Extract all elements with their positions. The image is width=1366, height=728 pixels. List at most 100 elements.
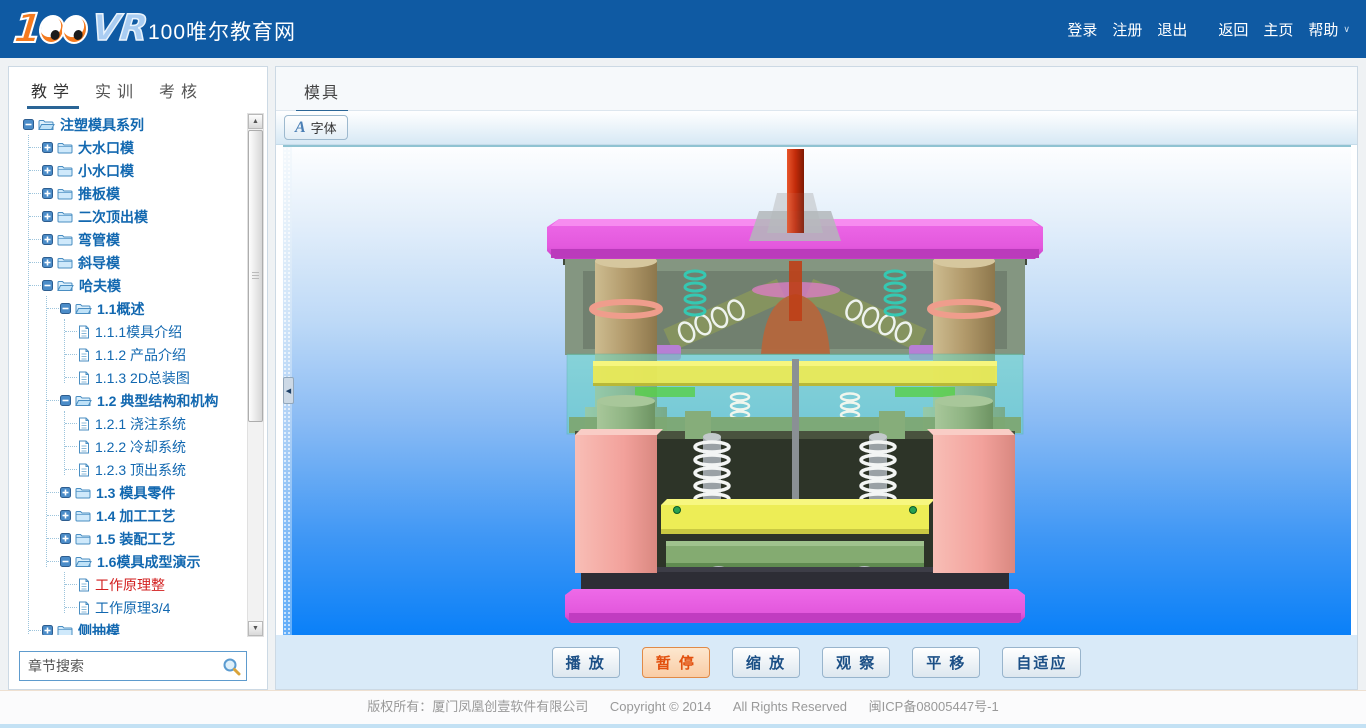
tree-connector	[47, 515, 59, 516]
collapse-icon[interactable]	[60, 556, 71, 567]
font-icon: A	[295, 120, 306, 136]
tree-item[interactable]: 推板模	[15, 182, 243, 205]
tree-connector	[65, 354, 77, 355]
folder-open-icon	[75, 555, 92, 568]
expand-icon[interactable]	[42, 234, 53, 245]
nav-link[interactable]: 主页	[1263, 19, 1293, 40]
expand-icon[interactable]	[60, 533, 71, 544]
tree-item[interactable]: 1.6模具成型演示	[15, 550, 243, 573]
tree-item[interactable]: 大水口模	[15, 136, 243, 159]
expand-icon[interactable]	[42, 625, 53, 635]
tree-item[interactable]: 1.2.2 冷却系统	[15, 435, 243, 458]
font-button-label: 字体	[311, 118, 337, 137]
tree-connector	[47, 561, 59, 562]
search-input[interactable]	[20, 658, 216, 674]
tree-item-label: 1.4 加工工艺	[96, 506, 175, 526]
nav-link[interactable]: 登录	[1067, 19, 1097, 40]
expand-icon[interactable]	[42, 257, 53, 268]
folder-icon	[57, 141, 73, 154]
logo-eye-icon	[61, 15, 89, 44]
collapse-icon[interactable]	[60, 395, 71, 406]
expand-icon[interactable]	[60, 510, 71, 521]
expand-icon[interactable]	[42, 142, 53, 153]
search-button[interactable]	[216, 652, 246, 680]
tree-item[interactable]: 小水口模	[15, 159, 243, 182]
tree-item[interactable]: 侧抽模	[15, 619, 243, 635]
collapse-arrow-icon[interactable]: ◀	[283, 377, 294, 404]
sidebar-tab[interactable]: 实训	[91, 67, 143, 109]
tree-item[interactable]: 工作原理整	[15, 573, 243, 596]
viewer-3d[interactable]: ◀	[283, 145, 1351, 635]
mold-model-3d[interactable]	[535, 149, 1055, 632]
tree-connector	[29, 170, 41, 171]
tree-item-label: 哈夫模	[79, 276, 121, 296]
tree-item-label: 1.3 模具零件	[96, 483, 175, 503]
nav-link[interactable]: 注册	[1112, 19, 1142, 40]
sidebar-tab[interactable]: 教学	[27, 67, 79, 109]
collapse-icon[interactable]	[23, 119, 34, 130]
tree-item[interactable]: 1.2.3 顶出系统	[15, 458, 243, 481]
tree-item[interactable]: 1.5 装配工艺	[15, 527, 243, 550]
zoom-button[interactable]: 缩 放	[732, 647, 800, 678]
tree-item[interactable]: 1.2 典型结构和机构	[15, 389, 243, 412]
pan-button[interactable]: 平 移	[912, 647, 980, 678]
tree-item[interactable]: 斜导模	[15, 251, 243, 274]
scroll-up-button[interactable]: ▲	[248, 114, 263, 129]
expand-icon[interactable]	[42, 211, 53, 222]
tree-item[interactable]: 1.3 模具零件	[15, 481, 243, 504]
tree-item-label: 工作原理3/4	[95, 598, 170, 618]
chapter-search	[19, 651, 247, 681]
tab-mold[interactable]: 模具	[296, 67, 348, 113]
observe-button[interactable]: 观 察	[822, 647, 890, 678]
tree-connector	[29, 285, 41, 286]
tree-item-label: 推板模	[78, 184, 120, 204]
tree-item[interactable]: 1.1.1模具介绍	[15, 320, 243, 343]
tree-item[interactable]: 弯管模	[15, 228, 243, 251]
chapter-tree: 注塑模具系列大水口模小水口模推板模二次顶出模弯管模斜导模哈夫模1.1概述1.1.…	[15, 113, 243, 635]
folder-open-icon	[57, 279, 74, 292]
tree-item-label: 1.2.1 浇注系统	[95, 414, 186, 434]
tree-item[interactable]: 注塑模具系列	[15, 113, 243, 136]
nav-link[interactable]: 返回	[1218, 19, 1248, 40]
folder-icon	[57, 187, 73, 200]
tree-item[interactable]: 哈夫模	[15, 274, 243, 297]
tree-item[interactable]: 1.1概述	[15, 297, 243, 320]
nav-link[interactable]: 退出	[1157, 19, 1187, 40]
tree-scrollbar[interactable]: ▲ ▼	[247, 113, 264, 637]
tree-item[interactable]: 1.2.1 浇注系统	[15, 412, 243, 435]
tree-guide-line	[28, 135, 29, 635]
document-icon	[78, 463, 90, 477]
play-button[interactable]: 播 放	[552, 647, 620, 678]
header-nav: 登录注册退出 返回主页帮助∨	[1052, 0, 1350, 58]
tree-guide-line	[64, 319, 65, 383]
tree-connector	[65, 607, 77, 608]
tree-item[interactable]: 1.1.3 2D总装图	[15, 366, 243, 389]
fit-button[interactable]: 自适应	[1002, 647, 1081, 678]
mold-assembly-graphic	[535, 149, 1055, 627]
tree-item[interactable]: 工作原理3/4	[15, 596, 243, 619]
tree-item[interactable]: 二次顶出模	[15, 205, 243, 228]
pause-button[interactable]: 暂 停	[642, 647, 710, 678]
tree-connector	[47, 538, 59, 539]
sidebar-tab[interactable]: 考核	[155, 67, 207, 109]
tree-item[interactable]: 1.4 加工工艺	[15, 504, 243, 527]
nav-link[interactable]: 帮助∨	[1308, 19, 1350, 40]
font-button[interactable]: A 字体	[284, 115, 348, 140]
expand-icon[interactable]	[42, 165, 53, 176]
expand-icon[interactable]	[60, 487, 71, 498]
tree-item-label: 斜导模	[78, 253, 120, 273]
tree-item-label: 1.5 装配工艺	[96, 529, 175, 549]
tree-guide-line	[64, 411, 65, 475]
tree-item[interactable]: 1.1.2 产品介绍	[15, 343, 243, 366]
collapse-icon[interactable]	[60, 303, 71, 314]
scrollbar-thumb[interactable]	[248, 130, 263, 422]
scroll-down-button[interactable]: ▼	[248, 621, 263, 636]
tree-connector	[29, 630, 41, 631]
expand-icon[interactable]	[42, 188, 53, 199]
collapse-icon[interactable]	[42, 280, 53, 291]
folder-open-icon	[75, 302, 92, 315]
folder-icon	[57, 624, 73, 635]
tree-connector	[65, 377, 77, 378]
site-logo[interactable]: 1 VR	[14, 9, 147, 49]
tree-guide-line	[46, 296, 47, 567]
